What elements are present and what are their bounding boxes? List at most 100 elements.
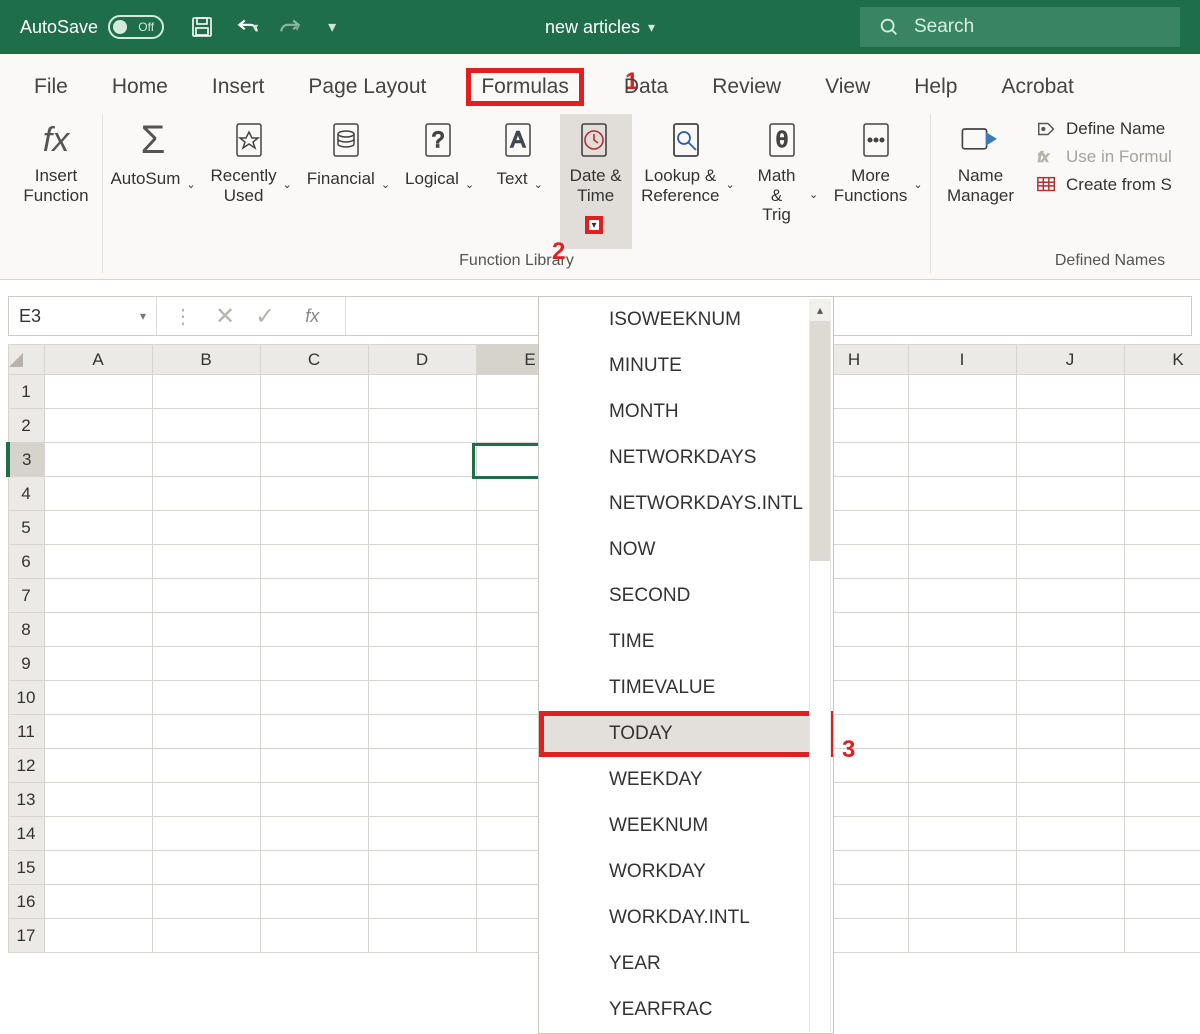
cell[interactable] bbox=[1016, 613, 1124, 647]
cell[interactable] bbox=[260, 851, 368, 885]
cell[interactable] bbox=[152, 409, 260, 443]
cell[interactable] bbox=[152, 783, 260, 817]
dropdown-item[interactable]: TIME bbox=[539, 619, 833, 665]
cell[interactable] bbox=[368, 885, 476, 919]
cell[interactable] bbox=[368, 613, 476, 647]
cell[interactable] bbox=[1016, 749, 1124, 783]
row-header[interactable]: 15 bbox=[8, 851, 44, 885]
tab-home[interactable]: Home bbox=[108, 69, 172, 105]
row-header[interactable]: 3 bbox=[8, 443, 44, 477]
cell[interactable] bbox=[908, 647, 1016, 681]
cell[interactable] bbox=[260, 783, 368, 817]
cell[interactable] bbox=[260, 885, 368, 919]
cell[interactable] bbox=[908, 545, 1016, 579]
cell[interactable] bbox=[908, 681, 1016, 715]
cell[interactable] bbox=[908, 477, 1016, 511]
cell[interactable] bbox=[1124, 375, 1200, 409]
cell[interactable] bbox=[152, 817, 260, 851]
cell[interactable] bbox=[44, 681, 152, 715]
fx-icon[interactable]: fx bbox=[295, 306, 329, 327]
cell[interactable] bbox=[44, 409, 152, 443]
cell[interactable] bbox=[908, 511, 1016, 545]
cell[interactable] bbox=[368, 919, 476, 953]
cell[interactable] bbox=[152, 715, 260, 749]
scroll-up-icon[interactable]: ▴ bbox=[809, 299, 831, 321]
dropdown-item[interactable]: YEARFRAC bbox=[539, 987, 833, 1033]
date-time-dropdown-caret[interactable]: ▾ bbox=[585, 216, 603, 234]
tab-file[interactable]: File bbox=[30, 69, 72, 105]
chevron-down-icon[interactable]: ▾ bbox=[252, 20, 258, 34]
cell[interactable] bbox=[1124, 817, 1200, 851]
row-header[interactable]: 5 bbox=[8, 511, 44, 545]
col-header[interactable]: K bbox=[1124, 345, 1200, 375]
cell[interactable] bbox=[44, 477, 152, 511]
cell[interactable] bbox=[908, 409, 1016, 443]
cell[interactable] bbox=[368, 647, 476, 681]
qat-customize-icon[interactable]: ▾ bbox=[328, 17, 336, 37]
cell[interactable] bbox=[1124, 545, 1200, 579]
cell[interactable] bbox=[1124, 851, 1200, 885]
document-title[interactable]: new articles ▾ bbox=[545, 17, 655, 38]
cell[interactable] bbox=[152, 511, 260, 545]
cell[interactable] bbox=[44, 851, 152, 885]
cell[interactable] bbox=[260, 919, 368, 953]
cell[interactable] bbox=[1124, 783, 1200, 817]
cell[interactable] bbox=[1124, 477, 1200, 511]
cell[interactable] bbox=[368, 477, 476, 511]
cell[interactable] bbox=[1016, 851, 1124, 885]
cell[interactable] bbox=[908, 919, 1016, 953]
tab-page-layout[interactable]: Page Layout bbox=[304, 69, 430, 105]
cell[interactable] bbox=[368, 375, 476, 409]
cell[interactable] bbox=[44, 545, 152, 579]
cell[interactable] bbox=[1016, 681, 1124, 715]
row-header[interactable]: 7 bbox=[8, 579, 44, 613]
dropdown-scrollbar[interactable]: ▴ bbox=[809, 299, 831, 1031]
cell[interactable] bbox=[152, 647, 260, 681]
cell[interactable] bbox=[1016, 545, 1124, 579]
scroll-thumb[interactable] bbox=[810, 321, 830, 561]
cell[interactable] bbox=[1124, 919, 1200, 953]
cell[interactable] bbox=[260, 375, 368, 409]
cell[interactable] bbox=[152, 443, 260, 477]
dropdown-item[interactable]: TIMEVALUE bbox=[539, 665, 833, 711]
cell[interactable] bbox=[368, 511, 476, 545]
row-header[interactable]: 1 bbox=[8, 375, 44, 409]
tab-review[interactable]: Review bbox=[708, 69, 785, 105]
row-header[interactable]: 2 bbox=[8, 409, 44, 443]
search-box[interactable]: Search bbox=[860, 7, 1180, 47]
cell[interactable] bbox=[1016, 647, 1124, 681]
cell[interactable] bbox=[44, 749, 152, 783]
define-name-button[interactable]: Define Name bbox=[1036, 118, 1172, 140]
dropdown-item[interactable]: ISOWEEKNUM bbox=[539, 297, 833, 343]
cell[interactable] bbox=[1016, 715, 1124, 749]
cell[interactable] bbox=[152, 375, 260, 409]
col-header[interactable]: C bbox=[260, 345, 368, 375]
text-button[interactable]: A Text⌄ bbox=[484, 114, 556, 249]
row-header[interactable]: 8 bbox=[8, 613, 44, 647]
cell[interactable] bbox=[908, 715, 1016, 749]
cell[interactable] bbox=[1016, 375, 1124, 409]
tab-data[interactable]: Data bbox=[620, 69, 672, 105]
cell[interactable] bbox=[44, 783, 152, 817]
name-box[interactable]: E3 ▾ bbox=[9, 297, 157, 335]
select-all-corner[interactable] bbox=[8, 345, 44, 375]
logical-button[interactable]: ? Logical⌄ bbox=[399, 114, 479, 249]
row-header[interactable]: 4 bbox=[8, 477, 44, 511]
cell[interactable] bbox=[1124, 443, 1200, 477]
col-header[interactable]: B bbox=[152, 345, 260, 375]
dropdown-item[interactable]: WORKDAY.INTL bbox=[539, 895, 833, 941]
tab-formulas[interactable]: Formulas bbox=[466, 68, 584, 106]
cell[interactable] bbox=[260, 545, 368, 579]
cell[interactable] bbox=[1016, 443, 1124, 477]
enter-icon[interactable]: ✓ bbox=[255, 302, 275, 331]
cell[interactable] bbox=[260, 579, 368, 613]
cell[interactable] bbox=[908, 851, 1016, 885]
cell[interactable] bbox=[260, 443, 368, 477]
autosum-button[interactable]: Σ AutoSum⌄ bbox=[105, 114, 201, 249]
cell[interactable] bbox=[44, 375, 152, 409]
cell[interactable] bbox=[908, 783, 1016, 817]
col-header[interactable]: I bbox=[908, 345, 1016, 375]
dropdown-item[interactable]: YEAR bbox=[539, 941, 833, 987]
cell[interactable] bbox=[1016, 511, 1124, 545]
cell[interactable] bbox=[1016, 783, 1124, 817]
